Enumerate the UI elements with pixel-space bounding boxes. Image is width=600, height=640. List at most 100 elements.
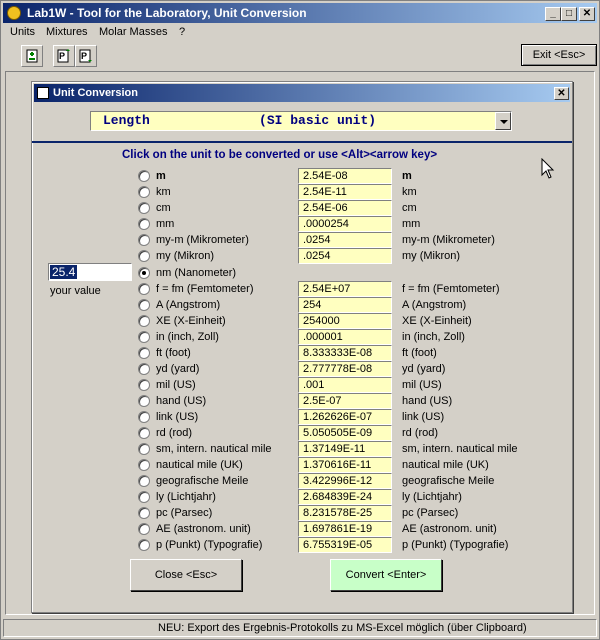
unit-radio[interactable] bbox=[138, 395, 150, 407]
unit-label[interactable]: m bbox=[156, 170, 166, 182]
unit-row[interactable]: hand (US) 2.5E-07 hand (US) bbox=[138, 393, 538, 409]
unit-label[interactable]: hand (US) bbox=[156, 395, 206, 407]
value-input[interactable]: 25.4 bbox=[48, 263, 132, 281]
converted-value: 2.54E+07 bbox=[298, 281, 392, 297]
unit-radio[interactable] bbox=[138, 363, 150, 375]
unit-row[interactable]: AE (astronom. unit) 1.697861E-19 AE (astro… bbox=[138, 521, 538, 537]
unit-row[interactable]: cm 2.54E-06 cm bbox=[138, 200, 538, 216]
menu-molar-masses[interactable]: Molar Masses bbox=[99, 26, 167, 38]
unit-row[interactable]: m 2.54E-08 m bbox=[138, 168, 538, 184]
menu-mixtures[interactable]: Mixtures bbox=[46, 26, 88, 38]
unit-label[interactable]: link (US) bbox=[156, 411, 198, 423]
unit-row[interactable]: link (US) 1.262626E-07 link (US) bbox=[138, 409, 538, 425]
unit-label[interactable]: nautical mile (UK) bbox=[156, 459, 243, 471]
unit-radio[interactable] bbox=[138, 523, 150, 535]
unit-row[interactable]: pc (Parsec) 8.231578E-25 pc (Parsec) bbox=[138, 505, 538, 521]
unit-label[interactable]: in (inch, Zoll) bbox=[156, 331, 219, 343]
unit-row[interactable]: yd (yard) 2.777778E-08 yd (yard) bbox=[138, 361, 538, 377]
menu-units[interactable]: Units bbox=[10, 26, 35, 38]
close-dialog-button[interactable]: Close <Esc> bbox=[130, 559, 242, 591]
converted-value: 2.684839E-24 bbox=[298, 489, 392, 505]
unit-row[interactable]: p (Punkt) (Typografie) 6.755319E-05 p (Pun… bbox=[138, 537, 538, 553]
unit-label[interactable]: cm bbox=[156, 202, 171, 214]
unit-radio[interactable] bbox=[138, 443, 150, 455]
unit-row[interactable]: my-m (Mikrometer) .0254 my-m (Mikrometer) bbox=[138, 232, 538, 248]
unit-label[interactable]: yd (yard) bbox=[156, 363, 199, 375]
unit-radio[interactable] bbox=[138, 427, 150, 439]
unit-label[interactable]: my-m (Mikrometer) bbox=[156, 234, 249, 246]
unit-label[interactable]: XE (X-Einheit) bbox=[156, 315, 226, 327]
unit-radio[interactable] bbox=[138, 411, 150, 423]
unit-radio[interactable] bbox=[138, 218, 150, 230]
unit-radio[interactable] bbox=[138, 475, 150, 487]
result-unit-label: my-m (Mikrometer) bbox=[402, 234, 495, 246]
unit-label[interactable]: my (Mikron) bbox=[156, 250, 214, 262]
result-unit-label: km bbox=[402, 186, 417, 198]
unit-label[interactable]: nm (Nanometer) bbox=[156, 267, 236, 279]
unit-radio[interactable] bbox=[138, 379, 150, 391]
unit-label[interactable]: pc (Parsec) bbox=[156, 507, 212, 519]
unit-row[interactable]: my (Mikron) .0254 my (Mikron) bbox=[138, 248, 538, 264]
convert-button[interactable]: Convert <Enter> bbox=[330, 559, 442, 591]
converted-value: 2.54E-06 bbox=[298, 200, 392, 216]
unit-label[interactable]: ft (foot) bbox=[156, 347, 191, 359]
unit-label[interactable]: mm bbox=[156, 218, 174, 230]
unit-radio[interactable] bbox=[138, 347, 150, 359]
unit-row[interactable]: sm, intern. nautical mile 1.37149E-11 sm, … bbox=[138, 441, 538, 457]
menu-help[interactable]: ? bbox=[179, 26, 185, 38]
toolbar-button-3[interactable]: P bbox=[75, 45, 97, 67]
unit-row[interactable]: mil (US) .001 mil (US) bbox=[138, 377, 538, 393]
toolbar-button-3-icon: P bbox=[79, 49, 92, 63]
unit-label[interactable]: A (Angstrom) bbox=[156, 299, 220, 311]
unit-row[interactable]: ly (Lichtjahr) 2.684839E-24 ly (Lichtjahr) bbox=[138, 489, 538, 505]
unit-radio[interactable] bbox=[138, 283, 150, 295]
unit-label[interactable]: sm, intern. nautical mile bbox=[156, 443, 272, 455]
unit-row[interactable]: nautical mile (UK) 1.370616E-11 nautical m… bbox=[138, 457, 538, 473]
toolbar-button-2[interactable]: P bbox=[53, 45, 75, 67]
unit-radio[interactable] bbox=[138, 315, 150, 327]
unit-label[interactable]: f = fm (Femtometer) bbox=[156, 283, 254, 295]
unit-label[interactable]: km bbox=[156, 186, 171, 198]
unit-radio[interactable] bbox=[138, 186, 150, 198]
unit-row[interactable]: nm (Nanometer) bbox=[138, 265, 538, 281]
dialog-close-button[interactable]: ✕ bbox=[554, 87, 569, 100]
unit-row[interactable]: km 2.54E-11 km bbox=[138, 184, 538, 200]
close-button[interactable]: ✕ bbox=[579, 7, 595, 21]
unit-radio[interactable] bbox=[138, 250, 150, 262]
unit-label[interactable]: ly (Lichtjahr) bbox=[156, 491, 216, 503]
unit-label[interactable]: rd (rod) bbox=[156, 427, 192, 439]
maximize-button[interactable]: □ bbox=[561, 7, 577, 21]
unit-radio[interactable] bbox=[138, 267, 150, 279]
unit-row[interactable]: rd (rod) 5.050505E-09 rd (rod) bbox=[138, 425, 538, 441]
unit-conversion-dialog: Unit Conversion ✕ Length (SI basic unit)… bbox=[31, 81, 573, 613]
result-unit-label: p (Punkt) (Typografie) bbox=[402, 539, 509, 551]
result-unit-label: AE (astronom. unit) bbox=[402, 523, 497, 535]
unit-label[interactable]: mil (US) bbox=[156, 379, 196, 391]
unit-label[interactable]: p (Punkt) (Typografie) bbox=[156, 539, 262, 551]
exit-button[interactable]: Exit <Esc> bbox=[521, 44, 597, 66]
unit-radio[interactable] bbox=[138, 170, 150, 182]
unit-radio[interactable] bbox=[138, 202, 150, 214]
unit-row[interactable]: in (inch, Zoll) .000001 in (inch, Zoll) bbox=[138, 329, 538, 345]
quantity-select-value: Length (SI basic unit) bbox=[103, 113, 377, 128]
unit-row[interactable]: ft (foot) 8.333333E-08 ft (foot) bbox=[138, 345, 538, 361]
result-unit-label: link (US) bbox=[402, 411, 445, 423]
unit-radio[interactable] bbox=[138, 491, 150, 503]
unit-radio[interactable] bbox=[138, 234, 150, 246]
toolbar-button-1[interactable] bbox=[21, 45, 43, 67]
unit-row[interactable]: XE (X-Einheit) 254000 XE (X-Einheit) bbox=[138, 313, 538, 329]
unit-radio[interactable] bbox=[138, 459, 150, 471]
unit-radio[interactable] bbox=[138, 539, 150, 551]
unit-row[interactable]: f = fm (Femtometer) 2.54E+07 f = fm (Femto… bbox=[138, 281, 538, 297]
chevron-down-icon[interactable] bbox=[495, 112, 511, 130]
quantity-select[interactable]: Length (SI basic unit) bbox=[90, 111, 512, 131]
unit-label[interactable]: AE (astronom. unit) bbox=[156, 523, 251, 535]
unit-row[interactable]: A (Angstrom) 254 A (Angstrom) bbox=[138, 297, 538, 313]
unit-row[interactable]: mm .0000254 mm bbox=[138, 216, 538, 232]
minimize-button[interactable]: _ bbox=[545, 7, 561, 21]
unit-radio[interactable] bbox=[138, 507, 150, 519]
unit-label[interactable]: geografische Meile bbox=[156, 475, 248, 487]
unit-row[interactable]: geografische Meile 3.422996E-12 geografisc… bbox=[138, 473, 538, 489]
unit-radio[interactable] bbox=[138, 331, 150, 343]
unit-radio[interactable] bbox=[138, 299, 150, 311]
